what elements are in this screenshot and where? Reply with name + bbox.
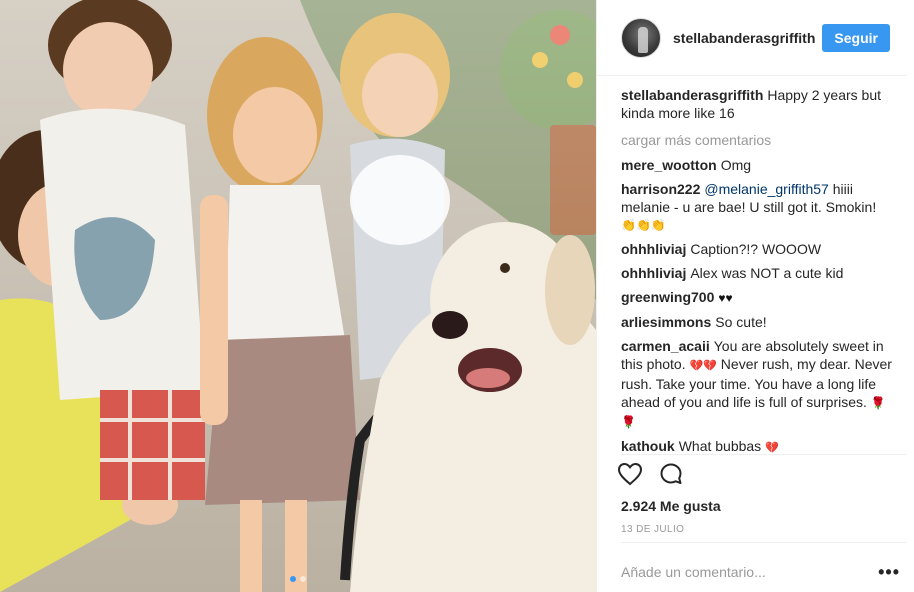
photo-illustration [0,0,596,592]
broken-heart-emoji: 💔💔 [689,360,717,372]
speech-bubble-icon[interactable] [659,462,683,486]
comment-username[interactable]: arliesimmons [621,314,711,330]
heart-outline-icon[interactable] [617,462,643,486]
comment-text: So cute! [715,314,767,330]
more-options-button[interactable]: ••• [872,563,906,581]
add-comment-input[interactable] [621,564,873,580]
post-side-panel: stellabanderasgriffith Seguir stellaband… [596,0,914,592]
header-username[interactable]: stellabanderasgriffith [673,30,822,46]
follow-button[interactable]: Seguir [822,23,890,52]
comment-username[interactable]: ohhhliviaj [621,265,686,281]
load-more-comments-link[interactable]: cargar más comentarios [621,132,898,148]
comment-text: What bubbas [678,438,762,454]
clap-emoji: 👏👏👏 [621,218,666,232]
comments-list: stellabanderasgriffith Happy 2 years but … [621,86,898,454]
carousel-dots [0,576,596,582]
comment-item: harrison222 @melanie_griffith57 hiiii mel… [621,180,898,234]
comment-item: ohhhliviaj Alex was NOT a cute kid [621,264,898,282]
comment-item: greenwing700 ♥♥ [621,288,898,307]
post-header: stellabanderasgriffith Seguir [597,0,906,76]
comment-username[interactable]: mere_wootton [621,157,717,173]
comment-item: carmen_acaii You are absolutely sweet in … [621,337,898,431]
comment-item: mere_wootton Omg [621,156,898,174]
broken-heart-emoji: 💔 [765,442,779,454]
carousel-dot[interactable] [300,576,306,582]
caption: stellabanderasgriffith Happy 2 years but … [621,86,898,122]
comment-text: Alex was NOT a cute kid [690,265,844,281]
comment-username[interactable]: harrison222 [621,181,700,197]
comment-mention-link[interactable]: @melanie_griffith57 [704,181,828,197]
likes-count[interactable]: 2.924 Me gusta [621,498,721,514]
divider [621,454,906,455]
divider [621,542,906,543]
comment-item: kathouk What bubbas 💔 [621,437,898,454]
post-date[interactable]: 13 DE JULIO [621,524,684,535]
add-comment-bar: ••• [621,556,906,588]
comment-username[interactable]: greenwing700 [621,289,714,305]
comment-username[interactable]: kathouk [621,438,675,454]
caption-username[interactable]: stellabanderasgriffith [621,87,763,103]
post-photo[interactable] [0,0,596,592]
comment-item: arliesimmons So cute! [621,313,898,331]
black-heart-emoji: ♥♥ [718,291,733,305]
action-bar [617,462,683,486]
avatar[interactable] [621,17,661,58]
comment-text: Omg [720,157,752,173]
comment-item: ohhhliviaj Caption?!? WOOOW [621,240,898,258]
comment-username[interactable]: carmen_acaii [621,338,710,354]
carousel-dot-active[interactable] [290,576,296,582]
comment-username[interactable]: ohhhliviaj [621,241,686,257]
comment-text: Caption?!? WOOOW [690,241,822,257]
